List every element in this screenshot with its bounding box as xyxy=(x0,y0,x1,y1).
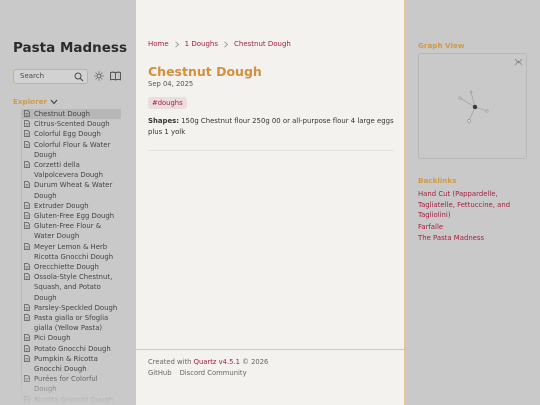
document-icon xyxy=(24,130,30,138)
document-icon xyxy=(24,140,30,148)
document-icon xyxy=(24,212,30,219)
graph-canvas xyxy=(458,58,523,123)
backlinks-label: Backlinks xyxy=(418,176,457,185)
explorer-item[interactable]: Citrus-Scented Dough xyxy=(22,119,121,129)
explorer-item-label: Ossola-Style Chestnut, Squash, and Potat… xyxy=(34,273,113,302)
document-icon xyxy=(24,222,30,230)
explorer-item[interactable]: Colorful Flour & Water Dough xyxy=(22,140,121,160)
chevron-right-icon xyxy=(224,40,229,48)
document-icon xyxy=(24,344,30,352)
explorer-item[interactable]: Orecchiette Dough xyxy=(22,262,121,272)
explorer-item-label: Pici Dough xyxy=(34,334,71,343)
explorer-tree: Chestnut Dough Citrus-Scented Dough Colorf… xyxy=(21,109,121,405)
search-placeholder: Search xyxy=(20,72,45,80)
backlink-item[interactable]: Hand Cut (Pappardelle, Tagliatelle, Fett… xyxy=(418,189,530,221)
footer-links: GitHub Discord Community xyxy=(148,369,247,377)
backlink-item[interactable]: Farfalle xyxy=(418,222,530,233)
explorer-item-label: Durum Wheat & Water Dough xyxy=(34,181,113,200)
document-icon xyxy=(24,110,30,117)
footer-copyright: © 2026 xyxy=(239,358,269,366)
explorer-item-label: Parsley-Speckled Dough xyxy=(34,303,118,312)
document-icon xyxy=(24,334,30,342)
explorer-item[interactable]: Ossola-Style Chestnut, Squash, and Potat… xyxy=(22,272,121,303)
expand-icon[interactable] xyxy=(514,58,523,66)
explorer-item[interactable]: Pasta gialla or Sfoglia gialla (Yellow P… xyxy=(22,313,121,333)
explorer-item-label: Extruder Dough xyxy=(34,201,89,210)
footer-created-prefix: Created with xyxy=(148,358,194,366)
explorer-item[interactable]: Corzetti della Valpolcevera Dough xyxy=(22,160,121,180)
explorer-item[interactable]: Pici Dough xyxy=(22,333,121,343)
document-icon xyxy=(24,273,30,281)
document-icon xyxy=(24,263,30,270)
breadcrumb-doughs[interactable]: 1 Doughs xyxy=(185,40,218,48)
page-title: Chestnut Dough xyxy=(148,64,262,79)
left-sidebar: Pasta Madness Search Explorer Chestnut D… xyxy=(0,0,135,405)
explorer-item[interactable]: Meyer Lemon & Herb Ricotta Gnocchi Dough xyxy=(22,242,121,262)
graph-node[interactable] xyxy=(469,90,473,94)
article-body: Shapes: 150g Chestnut flour 250g 00 or a… xyxy=(148,116,396,137)
explorer-item[interactable]: Potato Gnocchi Dough xyxy=(22,344,121,354)
explorer-toggle[interactable]: Explorer xyxy=(13,97,58,106)
shapes-text: 150g Chestnut flour 250g 00 or all-purpo… xyxy=(148,117,394,136)
explorer-item[interactable]: Chestnut Dough xyxy=(22,109,121,120)
main-content: Home 1 Doughs Chestnut Dough Chestnut Do… xyxy=(135,0,405,405)
graph-node[interactable] xyxy=(485,109,489,113)
graph-edge xyxy=(468,106,476,122)
explorer-label: Explorer xyxy=(13,97,48,106)
chevron-right-icon xyxy=(174,40,179,48)
explorer-item-label: Colorful Flour & Water Dough xyxy=(34,140,111,159)
explorer-item[interactable]: Durum Wheat & Water Dough xyxy=(22,180,121,200)
explorer-item-label: Potato Gnocchi Dough xyxy=(34,344,111,353)
document-icon xyxy=(24,314,30,321)
chevron-down-icon xyxy=(50,99,58,104)
explorer-item[interactable]: Parsley-Speckled Dough xyxy=(22,303,121,313)
explorer-item[interactable]: Gluten-Free Egg Dough xyxy=(22,211,121,221)
quartz-link[interactable]: Quartz v4.5.1 xyxy=(194,358,240,366)
explorer-item-label: Orecchiette Dough xyxy=(34,263,99,272)
footer-credit: Created with Quartz v4.5.1 © 2026 xyxy=(148,358,268,366)
backlink-item[interactable]: The Pasta Madness xyxy=(418,233,530,244)
shapes-label: Shapes: xyxy=(148,117,179,125)
github-link[interactable]: GitHub xyxy=(148,369,172,377)
graph-view-label: Graph View xyxy=(418,41,465,50)
search-button[interactable]: Search xyxy=(13,69,88,84)
graph-node-current[interactable] xyxy=(472,104,478,110)
explorer-fade xyxy=(21,370,131,405)
document-icon xyxy=(24,161,30,168)
right-sidebar: Graph View Backlinks Hand Cut (Pappardel… xyxy=(406,0,540,405)
graph-view[interactable] xyxy=(418,53,527,159)
document-icon xyxy=(24,120,30,128)
explorer-item[interactable]: Gluten-Free Flour & Water Dough xyxy=(22,221,121,241)
search-icon xyxy=(74,72,84,82)
divider xyxy=(148,150,394,151)
explorer-item-label: Corzetti della Valpolcevera Dough xyxy=(34,161,104,180)
explorer-item[interactable]: Colorful Egg Dough xyxy=(22,129,121,139)
backlinks-list: Hand Cut (Pappardelle, Tagliatelle, Fett… xyxy=(418,189,530,245)
explorer-item-label: Meyer Lemon & Herb Ricotta Gnocchi Dough xyxy=(34,242,114,261)
document-icon xyxy=(24,242,30,250)
document-icon xyxy=(24,304,30,311)
explorer-item-label: Gluten-Free Egg Dough xyxy=(34,212,115,221)
explorer-item-label: Citrus-Scented Dough xyxy=(34,120,110,129)
document-icon xyxy=(24,181,30,189)
document-icon xyxy=(24,355,30,362)
footer: Created with Quartz v4.5.1 © 2026 GitHub… xyxy=(136,349,404,405)
explorer-item[interactable]: Extruder Dough xyxy=(22,201,121,211)
explorer-item-label: Pasta gialla or Sfoglia gialla (Yellow P… xyxy=(34,314,109,333)
page-date: Sep 04, 2025 xyxy=(148,80,194,88)
graph-node[interactable] xyxy=(467,119,471,123)
explorer-item-label: Chestnut Dough xyxy=(34,110,90,118)
theme-toggle-icon[interactable] xyxy=(94,71,104,81)
reader-mode-icon[interactable] xyxy=(110,71,121,81)
breadcrumb-home[interactable]: Home xyxy=(148,40,169,48)
document-icon xyxy=(24,201,30,209)
explorer-item-label: Colorful Egg Dough xyxy=(34,130,101,139)
breadcrumb-current[interactable]: Chestnut Dough xyxy=(234,40,291,48)
discord-link[interactable]: Discord Community xyxy=(180,369,247,377)
site-title[interactable]: Pasta Madness xyxy=(13,40,127,56)
breadcrumb: Home 1 Doughs Chestnut Dough xyxy=(148,40,291,48)
graph-node[interactable] xyxy=(458,96,462,100)
tag-doughs[interactable]: #doughs xyxy=(148,97,187,109)
explorer-item-label: Gluten-Free Flour & Water Dough xyxy=(34,222,102,241)
